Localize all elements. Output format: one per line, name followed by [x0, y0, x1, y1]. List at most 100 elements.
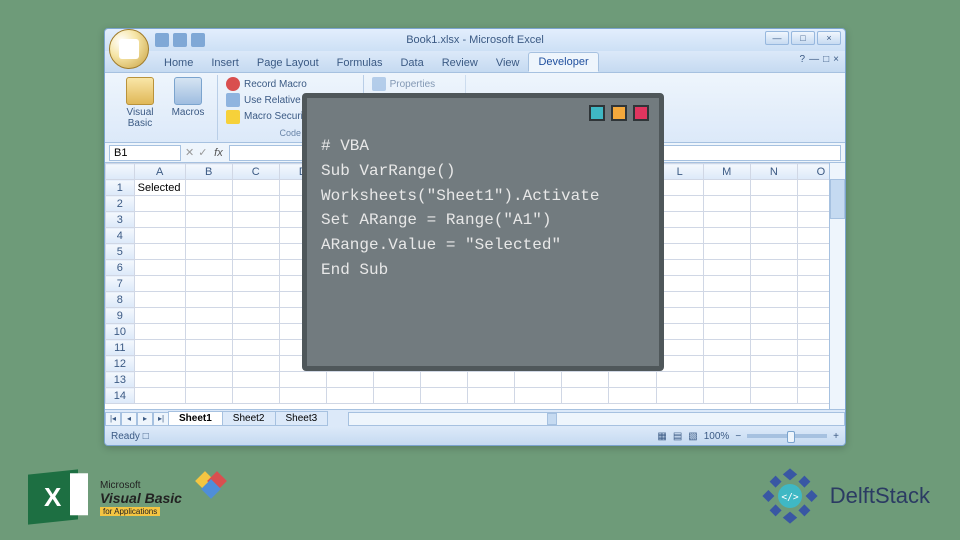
cell-C7[interactable] — [232, 276, 279, 292]
cell-B4[interactable] — [185, 228, 232, 244]
cell-N3[interactable] — [750, 212, 797, 228]
tab-data[interactable]: Data — [391, 54, 432, 72]
close-button[interactable]: × — [817, 31, 841, 45]
cell-C8[interactable] — [232, 292, 279, 308]
cell-K14[interactable] — [609, 388, 656, 404]
view-normal-icon[interactable]: ▦ — [657, 431, 666, 442]
cell-M8[interactable] — [703, 292, 750, 308]
cell-B12[interactable] — [185, 356, 232, 372]
row-header-13[interactable]: 13 — [106, 372, 135, 388]
cell-B14[interactable] — [185, 388, 232, 404]
sheet-nav-last[interactable]: ▸| — [153, 412, 169, 426]
sheet-nav-prev[interactable]: ◂ — [121, 412, 137, 426]
cell-B13[interactable] — [185, 372, 232, 388]
fx-icon[interactable]: fx — [211, 147, 225, 159]
cell-B9[interactable] — [185, 308, 232, 324]
view-layout-icon[interactable]: ▤ — [673, 431, 682, 442]
cell-A3[interactable] — [134, 212, 185, 228]
inner-close-icon[interactable]: × — [833, 54, 839, 65]
cell-C9[interactable] — [232, 308, 279, 324]
col-header-N[interactable]: N — [750, 164, 797, 180]
cell-C12[interactable] — [232, 356, 279, 372]
cell-M12[interactable] — [703, 356, 750, 372]
cell-A8[interactable] — [134, 292, 185, 308]
cell-M14[interactable] — [703, 388, 750, 404]
cell-F13[interactable] — [374, 372, 421, 388]
zoom-slider[interactable] — [747, 434, 827, 438]
cell-B7[interactable] — [185, 276, 232, 292]
cell-M5[interactable] — [703, 244, 750, 260]
cell-M9[interactable] — [703, 308, 750, 324]
cell-K13[interactable] — [609, 372, 656, 388]
office-button[interactable] — [109, 29, 149, 69]
code-min-icon[interactable] — [589, 105, 605, 121]
zoom-out-button[interactable]: − — [735, 431, 741, 442]
cell-N7[interactable] — [750, 276, 797, 292]
cell-J13[interactable] — [562, 372, 609, 388]
cell-L14[interactable] — [656, 388, 703, 404]
cell-A4[interactable] — [134, 228, 185, 244]
cell-B11[interactable] — [185, 340, 232, 356]
cell-A2[interactable] — [134, 196, 185, 212]
cell-C13[interactable] — [232, 372, 279, 388]
row-header-8[interactable]: 8 — [106, 292, 135, 308]
code-max-icon[interactable] — [611, 105, 627, 121]
cell-I14[interactable] — [515, 388, 562, 404]
quick-access-toolbar[interactable] — [155, 33, 205, 47]
cell-N14[interactable] — [750, 388, 797, 404]
row-header-6[interactable]: 6 — [106, 260, 135, 276]
cell-B1[interactable] — [185, 180, 232, 196]
cell-M2[interactable] — [703, 196, 750, 212]
cell-N12[interactable] — [750, 356, 797, 372]
row-header-3[interactable]: 3 — [106, 212, 135, 228]
cell-H13[interactable] — [468, 372, 515, 388]
cell-C14[interactable] — [232, 388, 279, 404]
sheet-tab-2[interactable]: Sheet2 — [222, 411, 276, 426]
horizontal-scrollbar[interactable] — [348, 412, 845, 426]
view-break-icon[interactable]: ▧ — [688, 431, 697, 442]
tab-formulas[interactable]: Formulas — [328, 54, 392, 72]
cell-M4[interactable] — [703, 228, 750, 244]
cell-F14[interactable] — [374, 388, 421, 404]
col-header-A[interactable]: A — [134, 164, 185, 180]
cell-M1[interactable] — [703, 180, 750, 196]
cell-M3[interactable] — [703, 212, 750, 228]
inner-min-icon[interactable]: — — [809, 54, 819, 65]
cell-N4[interactable] — [750, 228, 797, 244]
cell-D14[interactable] — [279, 388, 326, 404]
cell-M13[interactable] — [703, 372, 750, 388]
row-header-11[interactable]: 11 — [106, 340, 135, 356]
row-header-1[interactable]: 1 — [106, 180, 135, 196]
cell-M11[interactable] — [703, 340, 750, 356]
cell-A6[interactable] — [134, 260, 185, 276]
cell-N9[interactable] — [750, 308, 797, 324]
cell-C10[interactable] — [232, 324, 279, 340]
cell-G13[interactable] — [421, 372, 468, 388]
record-macro-button[interactable]: Record Macro — [226, 77, 355, 91]
macro-rec-icon[interactable]: □ — [143, 431, 149, 442]
cell-M6[interactable] — [703, 260, 750, 276]
cell-B6[interactable] — [185, 260, 232, 276]
cell-N1[interactable] — [750, 180, 797, 196]
cell-C5[interactable] — [232, 244, 279, 260]
sheet-tab-3[interactable]: Sheet3 — [275, 411, 329, 426]
cell-A13[interactable] — [134, 372, 185, 388]
cell-N8[interactable] — [750, 292, 797, 308]
row-header-12[interactable]: 12 — [106, 356, 135, 372]
col-header-C[interactable]: C — [232, 164, 279, 180]
cell-B2[interactable] — [185, 196, 232, 212]
cell-E14[interactable] — [326, 388, 373, 404]
cell-N2[interactable] — [750, 196, 797, 212]
tab-review[interactable]: Review — [433, 54, 487, 72]
help-icon[interactable]: ? — [800, 54, 806, 65]
tab-home[interactable]: Home — [155, 54, 202, 72]
maximize-button[interactable]: □ — [791, 31, 815, 45]
cell-A14[interactable] — [134, 388, 185, 404]
cell-C4[interactable] — [232, 228, 279, 244]
cell-N5[interactable] — [750, 244, 797, 260]
cell-H14[interactable] — [468, 388, 515, 404]
sheet-tab-1[interactable]: Sheet1 — [168, 411, 223, 426]
cell-L13[interactable] — [656, 372, 703, 388]
cell-A1[interactable]: Selected — [134, 180, 185, 196]
cell-A11[interactable] — [134, 340, 185, 356]
